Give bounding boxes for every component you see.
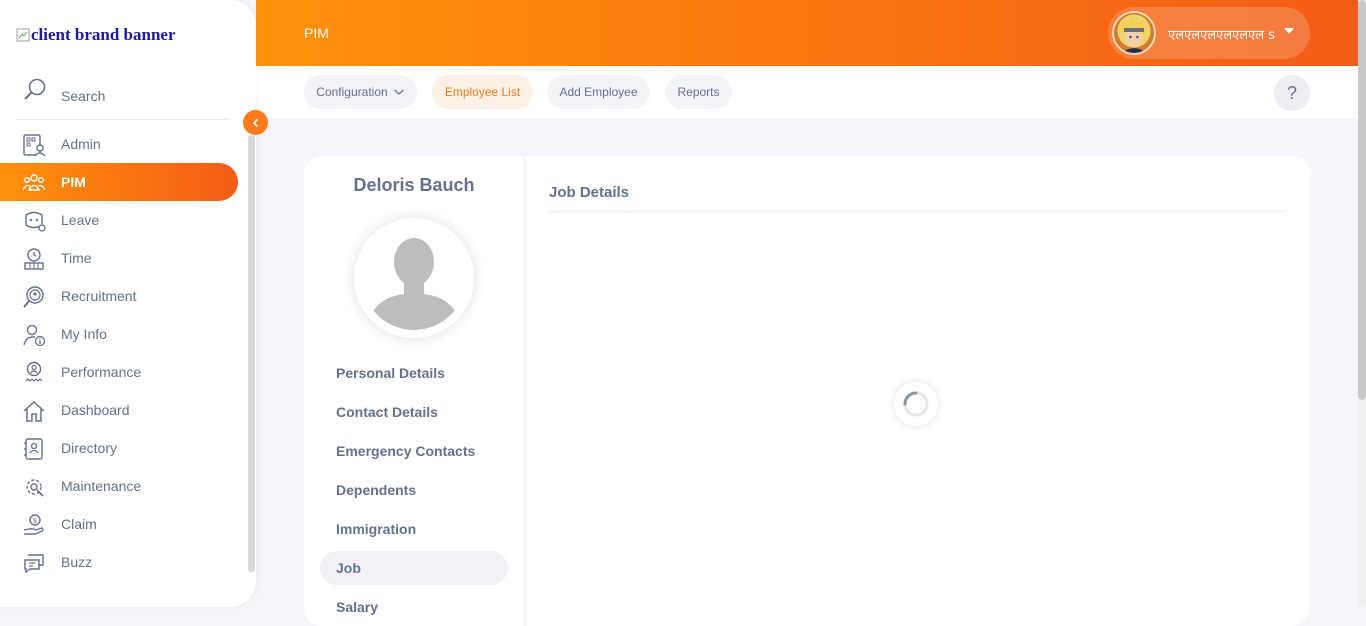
page-title: PIM bbox=[304, 25, 329, 41]
help-button[interactable]: ? bbox=[1274, 75, 1310, 111]
sidebar-item-label: Directory bbox=[61, 440, 118, 456]
sidebar-item-label: My Info bbox=[61, 326, 107, 342]
sidebar-item-label: Dashboard bbox=[61, 402, 130, 418]
sidebar-item-label: Performance bbox=[61, 364, 142, 380]
search-icon bbox=[24, 78, 46, 100]
tab-label: Dependents bbox=[336, 482, 417, 498]
sidebar-item-time[interactable]: Time bbox=[0, 239, 238, 277]
sidebar-item-maintenance[interactable]: Maintenance bbox=[0, 467, 238, 505]
section-title: Job Details bbox=[549, 184, 630, 201]
brand-banner[interactable]: client brand banner bbox=[16, 25, 176, 45]
sidebar-item-leave[interactable]: Leave bbox=[0, 201, 238, 239]
maintenance-icon bbox=[26, 479, 44, 497]
loading-spinner bbox=[894, 382, 938, 426]
buzz-icon bbox=[24, 554, 44, 574]
user-dropdown[interactable]: एलएलएलएलएलएल s bbox=[1108, 7, 1310, 59]
sidebar-item-label: Time bbox=[61, 250, 92, 266]
sidebar-item-label: Buzz bbox=[61, 554, 93, 570]
sidebar-item-label: Leave bbox=[61, 212, 100, 228]
pim-icon bbox=[22, 174, 46, 191]
sidebar-item-label: Maintenance bbox=[61, 478, 142, 494]
configuration-menu[interactable]: Configuration bbox=[304, 75, 417, 109]
sidebar-item-my-info[interactable]: My Info bbox=[0, 315, 238, 353]
recruitment-icon bbox=[23, 286, 44, 308]
tab-label: Salary bbox=[336, 599, 379, 615]
svg-text:$: $ bbox=[33, 517, 37, 525]
sidebar-search[interactable]: Search bbox=[16, 75, 230, 120]
chevron-left-icon bbox=[252, 118, 258, 127]
tab-reports[interactable]: Reports bbox=[665, 75, 732, 109]
top-bar: PIM एलएलएलएलएलएल s bbox=[256, 0, 1358, 66]
sidebar-item-pim[interactable]: PIM bbox=[0, 163, 238, 201]
time-icon bbox=[24, 248, 44, 270]
employee-name: Deloris Bauch bbox=[353, 175, 475, 195]
tab-label: Contact Details bbox=[336, 404, 438, 420]
tab-salary[interactable]: Salary bbox=[320, 590, 508, 624]
sidebar-item-dashboard[interactable]: Dashboard bbox=[0, 391, 238, 429]
spinner-icon bbox=[903, 391, 929, 417]
sidebar-item-buzz[interactable]: Buzz bbox=[0, 543, 238, 581]
divider bbox=[549, 211, 1286, 212]
admin-icon bbox=[23, 134, 46, 157]
sub-nav: Configuration Employee List Add Employee… bbox=[256, 66, 1358, 118]
brand-alt-text: client brand banner bbox=[31, 25, 176, 44]
chevron-down-icon bbox=[393, 89, 404, 95]
tab-emergency-contacts[interactable]: Emergency Contacts bbox=[320, 434, 508, 468]
dashboard-icon bbox=[23, 400, 45, 422]
tab-add-employee[interactable]: Add Employee bbox=[547, 75, 650, 109]
avatar bbox=[1112, 11, 1156, 55]
tab-label: Personal Details bbox=[336, 365, 445, 381]
sidebar-item-performance[interactable]: Performance bbox=[0, 353, 238, 391]
search-label: Search bbox=[61, 88, 106, 104]
configuration-label: Configuration bbox=[316, 85, 388, 99]
tab-dependents[interactable]: Dependents bbox=[320, 473, 508, 507]
user-avatar-icon bbox=[1120, 16, 1149, 53]
add-employee-label: Add Employee bbox=[559, 85, 638, 99]
tab-employee-list[interactable]: Employee List bbox=[432, 75, 533, 109]
tab-immigration[interactable]: Immigration bbox=[320, 512, 508, 546]
sidebar: client brand banner Search Admin PIM Lea… bbox=[0, 0, 256, 607]
performance-icon bbox=[25, 361, 43, 382]
tab-job[interactable]: Job bbox=[320, 551, 508, 585]
sidebar-item-admin[interactable]: Admin bbox=[0, 125, 238, 163]
tab-personal-details[interactable]: Personal Details bbox=[320, 356, 508, 390]
default-user-avatar-icon bbox=[360, 224, 468, 332]
claim-icon: $ bbox=[23, 514, 44, 535]
employee-photo[interactable] bbox=[354, 218, 474, 338]
sidebar-item-label: PIM bbox=[61, 174, 86, 190]
sidebar-item-label: Admin bbox=[61, 136, 101, 152]
tab-label: Job bbox=[336, 560, 361, 576]
directory-icon bbox=[24, 438, 43, 460]
employee-side-panel: Deloris Bauch Personal Details Contact D… bbox=[304, 156, 525, 626]
sidebar-item-label: Claim bbox=[61, 516, 97, 532]
sidebar-scrollbar[interactable] bbox=[248, 135, 255, 572]
page-scrollbar[interactable] bbox=[1358, 0, 1366, 400]
leave-icon bbox=[25, 211, 46, 232]
broken-image-icon bbox=[16, 28, 30, 42]
employee-card: Deloris Bauch Personal Details Contact D… bbox=[304, 156, 1310, 626]
employee-list-label: Employee List bbox=[444, 85, 521, 99]
collapse-sidebar-button[interactable] bbox=[243, 110, 268, 135]
caret-down-icon bbox=[1284, 28, 1294, 34]
my-info-icon bbox=[23, 324, 46, 347]
reports-label: Reports bbox=[677, 85, 720, 99]
tab-contact-details[interactable]: Contact Details bbox=[320, 395, 508, 429]
tab-label: Emergency Contacts bbox=[336, 443, 476, 459]
sidebar-item-recruitment[interactable]: Recruitment bbox=[0, 277, 238, 315]
tab-label: Immigration bbox=[336, 521, 417, 537]
sidebar-item-label: Recruitment bbox=[61, 288, 137, 304]
sidebar-item-claim[interactable]: $ Claim bbox=[0, 505, 238, 543]
help-icon: ? bbox=[1286, 82, 1297, 103]
sidebar-item-directory[interactable]: Directory bbox=[0, 429, 238, 467]
user-name: एलएलएलएलएलएल s bbox=[1168, 28, 1275, 43]
